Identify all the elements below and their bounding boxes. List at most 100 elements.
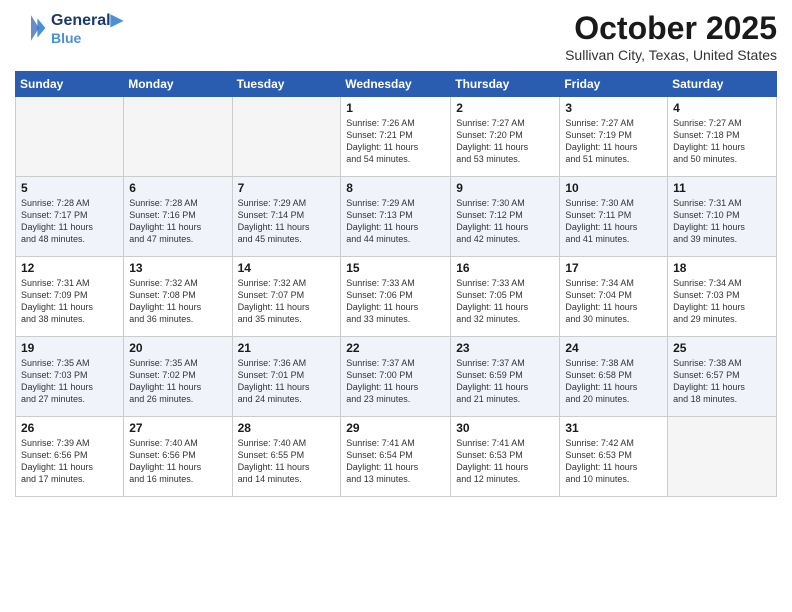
table-row: 7 Sunrise: 7:29 AMSunset: 7:14 PMDaylight… [232, 177, 341, 257]
day-info: Sunrise: 7:42 AMSunset: 6:53 PMDaylight:… [565, 437, 662, 486]
day-info: Sunrise: 7:33 AMSunset: 7:06 PMDaylight:… [346, 277, 445, 326]
table-row: 26 Sunrise: 7:39 AMSunset: 6:56 PMDayligh… [16, 417, 124, 497]
calendar-header-row: Sunday Monday Tuesday Wednesday Thursday… [16, 72, 777, 97]
table-row: 27Sunrise: 7:40 AMSunset: 6:56 PMDayligh… [124, 417, 232, 497]
day-info: Sunrise: 7:34 AMSunset: 7:03 PMDaylight:… [673, 277, 771, 326]
day-info: Sunrise: 7:28 AMSunset: 7:17 PMDaylight:… [21, 197, 118, 246]
calendar-week-row: 5 Sunrise: 7:28 AMSunset: 7:17 PMDaylight… [16, 177, 777, 257]
day-number: 14 [238, 261, 336, 275]
day-number: 27 [129, 421, 226, 435]
day-info: Sunrise: 7:41 AMSunset: 6:53 PMDaylight:… [456, 437, 554, 486]
logo-text: General▶ Blue [51, 10, 123, 46]
day-info: Sunrise: 7:26 AMSunset: 7:21 PMDaylight:… [346, 117, 445, 166]
table-row: 10 Sunrise: 7:30 AMSunset: 7:11 PMDayligh… [560, 177, 668, 257]
day-number: 18 [673, 261, 771, 275]
table-row: 25Sunrise: 7:38 AMSunset: 6:57 PMDayligh… [668, 337, 777, 417]
day-info: Sunrise: 7:27 AMSunset: 7:19 PMDaylight:… [565, 117, 662, 166]
calendar: Sunday Monday Tuesday Wednesday Thursday… [15, 71, 777, 497]
col-monday: Monday [124, 72, 232, 97]
col-tuesday: Tuesday [232, 72, 341, 97]
header: General▶ Blue October 2025 Sullivan City… [15, 10, 777, 63]
calendar-week-row: 26 Sunrise: 7:39 AMSunset: 6:56 PMDayligh… [16, 417, 777, 497]
table-row: 6 Sunrise: 7:28 AMSunset: 7:16 PMDaylight… [124, 177, 232, 257]
table-row: 20 Sunrise: 7:35 AMSunset: 7:02 PMDayligh… [124, 337, 232, 417]
day-info: Sunrise: 7:34 AMSunset: 7:04 PMDaylight:… [565, 277, 662, 326]
day-number: 11 [673, 181, 771, 195]
logo-icon [15, 12, 47, 44]
day-number: 26 [21, 421, 118, 435]
table-row [668, 417, 777, 497]
col-sunday: Sunday [16, 72, 124, 97]
day-info: Sunrise: 7:38 AMSunset: 6:57 PMDaylight:… [673, 357, 771, 406]
table-row: 19Sunrise: 7:35 AMSunset: 7:03 PMDayligh… [16, 337, 124, 417]
table-row [124, 97, 232, 177]
month-title: October 2025 [565, 10, 777, 47]
table-row: 14 Sunrise: 7:32 AMSunset: 7:07 PMDayligh… [232, 257, 341, 337]
table-row: 15 Sunrise: 7:33 AMSunset: 7:06 PMDayligh… [341, 257, 451, 337]
col-friday: Friday [560, 72, 668, 97]
table-row [232, 97, 341, 177]
day-number: 24 [565, 341, 662, 355]
day-info: Sunrise: 7:35 AMSunset: 7:03 PMDaylight:… [21, 357, 118, 406]
table-row: 3 Sunrise: 7:27 AMSunset: 7:19 PMDaylight… [560, 97, 668, 177]
day-number: 5 [21, 181, 118, 195]
day-number: 23 [456, 341, 554, 355]
col-wednesday: Wednesday [341, 72, 451, 97]
table-row: 13 Sunrise: 7:32 AMSunset: 7:08 PMDayligh… [124, 257, 232, 337]
day-info: Sunrise: 7:31 AMSunset: 7:10 PMDaylight:… [673, 197, 771, 246]
day-number: 4 [673, 101, 771, 115]
day-number: 6 [129, 181, 226, 195]
table-row [16, 97, 124, 177]
day-number: 30 [456, 421, 554, 435]
day-number: 31 [565, 421, 662, 435]
day-info: Sunrise: 7:32 AMSunset: 7:07 PMDaylight:… [238, 277, 336, 326]
day-info: Sunrise: 7:35 AMSunset: 7:02 PMDaylight:… [129, 357, 226, 406]
day-info: Sunrise: 7:38 AMSunset: 6:58 PMDaylight:… [565, 357, 662, 406]
day-info: Sunrise: 7:36 AMSunset: 7:01 PMDaylight:… [238, 357, 336, 406]
day-number: 29 [346, 421, 445, 435]
day-number: 28 [238, 421, 336, 435]
day-info: Sunrise: 7:29 AMSunset: 7:14 PMDaylight:… [238, 197, 336, 246]
table-row: 2Sunrise: 7:27 AMSunset: 7:20 PMDaylight… [451, 97, 560, 177]
day-info: Sunrise: 7:27 AMSunset: 7:20 PMDaylight:… [456, 117, 554, 166]
day-info: Sunrise: 7:40 AMSunset: 6:55 PMDaylight:… [238, 437, 336, 486]
day-info: Sunrise: 7:28 AMSunset: 7:16 PMDaylight:… [129, 197, 226, 246]
table-row: 29Sunrise: 7:41 AMSunset: 6:54 PMDayligh… [341, 417, 451, 497]
day-number: 16 [456, 261, 554, 275]
day-info: Sunrise: 7:29 AMSunset: 7:13 PMDaylight:… [346, 197, 445, 246]
page: General▶ Blue October 2025 Sullivan City… [0, 0, 792, 612]
table-row: 21Sunrise: 7:36 AMSunset: 7:01 PMDayligh… [232, 337, 341, 417]
day-number: 17 [565, 261, 662, 275]
col-saturday: Saturday [668, 72, 777, 97]
day-info: Sunrise: 7:30 AMSunset: 7:11 PMDaylight:… [565, 197, 662, 246]
day-number: 13 [129, 261, 226, 275]
table-row: 24 Sunrise: 7:38 AMSunset: 6:58 PMDayligh… [560, 337, 668, 417]
day-number: 8 [346, 181, 445, 195]
location: Sullivan City, Texas, United States [565, 47, 777, 63]
col-thursday: Thursday [451, 72, 560, 97]
table-row: 23 Sunrise: 7:37 AMSunset: 6:59 PMDayligh… [451, 337, 560, 417]
title-block: October 2025 Sullivan City, Texas, Unite… [565, 10, 777, 63]
table-row: 28 Sunrise: 7:40 AMSunset: 6:55 PMDayligh… [232, 417, 341, 497]
table-row: 4 Sunrise: 7:27 AMSunset: 7:18 PMDaylight… [668, 97, 777, 177]
table-row: 1Sunrise: 7:26 AMSunset: 7:21 PMDaylight… [341, 97, 451, 177]
day-info: Sunrise: 7:32 AMSunset: 7:08 PMDaylight:… [129, 277, 226, 326]
table-row: 30 Sunrise: 7:41 AMSunset: 6:53 PMDayligh… [451, 417, 560, 497]
day-number: 15 [346, 261, 445, 275]
day-info: Sunrise: 7:37 AMSunset: 6:59 PMDaylight:… [456, 357, 554, 406]
day-number: 20 [129, 341, 226, 355]
table-row: 11 Sunrise: 7:31 AMSunset: 7:10 PMDayligh… [668, 177, 777, 257]
day-number: 3 [565, 101, 662, 115]
day-number: 10 [565, 181, 662, 195]
table-row: 9Sunrise: 7:30 AMSunset: 7:12 PMDaylight… [451, 177, 560, 257]
table-row: 17 Sunrise: 7:34 AMSunset: 7:04 PMDayligh… [560, 257, 668, 337]
day-info: Sunrise: 7:27 AMSunset: 7:18 PMDaylight:… [673, 117, 771, 166]
day-info: Sunrise: 7:37 AMSunset: 7:00 PMDaylight:… [346, 357, 445, 406]
day-info: Sunrise: 7:39 AMSunset: 6:56 PMDaylight:… [21, 437, 118, 486]
table-row: 16Sunrise: 7:33 AMSunset: 7:05 PMDayligh… [451, 257, 560, 337]
day-number: 9 [456, 181, 554, 195]
day-number: 7 [238, 181, 336, 195]
table-row: 5 Sunrise: 7:28 AMSunset: 7:17 PMDaylight… [16, 177, 124, 257]
table-row: 22Sunrise: 7:37 AMSunset: 7:00 PMDayligh… [341, 337, 451, 417]
day-number: 12 [21, 261, 118, 275]
